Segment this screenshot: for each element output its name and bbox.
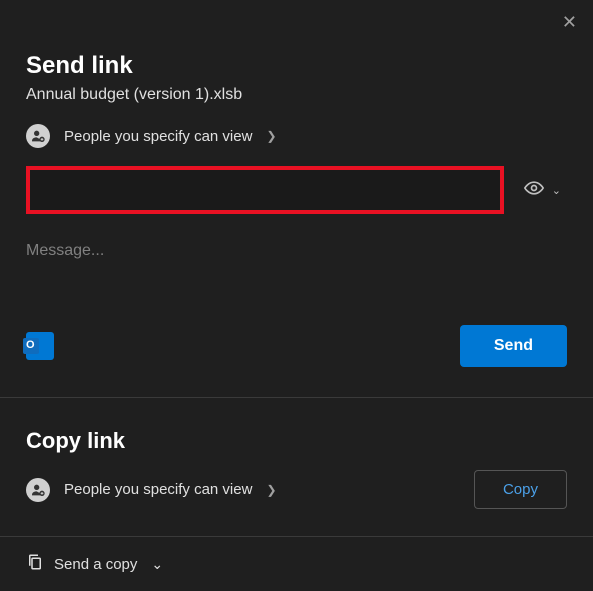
send-button[interactable]: Send	[460, 325, 567, 367]
close-icon: ✕	[562, 12, 577, 32]
message-input[interactable]	[26, 242, 567, 260]
eye-icon	[524, 178, 544, 203]
send-permission-selector[interactable]: People you specify can view ❯	[26, 124, 567, 148]
copy-link-title: Copy link	[26, 428, 567, 454]
chevron-right-icon: ❯	[266, 483, 276, 497]
chevron-down-icon: ⌄	[552, 184, 561, 197]
recipients-input[interactable]	[26, 166, 504, 214]
chevron-right-icon: ❯	[266, 129, 276, 143]
person-add-icon	[26, 124, 50, 148]
recipients-input-highlight	[26, 166, 504, 214]
send-a-copy-button[interactable]: Send a copy ⌄	[26, 553, 163, 575]
outlook-icon: O	[26, 332, 54, 360]
send-permission-label: People you specify can view	[64, 128, 252, 145]
chevron-down-icon: ⌄	[151, 556, 163, 573]
send-link-title: Send link	[26, 52, 567, 80]
section-divider	[0, 397, 593, 398]
person-add-icon	[26, 478, 50, 502]
close-button[interactable]: ✕	[558, 8, 581, 37]
filename-label: Annual budget (version 1).xlsb	[26, 86, 567, 104]
footer-bar: Send a copy ⌄	[0, 536, 593, 591]
copy-permission-selector[interactable]: People you specify can view ❯	[26, 478, 277, 502]
send-a-copy-label: Send a copy	[54, 556, 137, 573]
copy-file-icon	[26, 553, 44, 575]
copy-button[interactable]: Copy	[474, 470, 567, 509]
visibility-dropdown[interactable]: ⌄	[518, 172, 567, 209]
copy-permission-label: People you specify can view	[64, 481, 252, 498]
